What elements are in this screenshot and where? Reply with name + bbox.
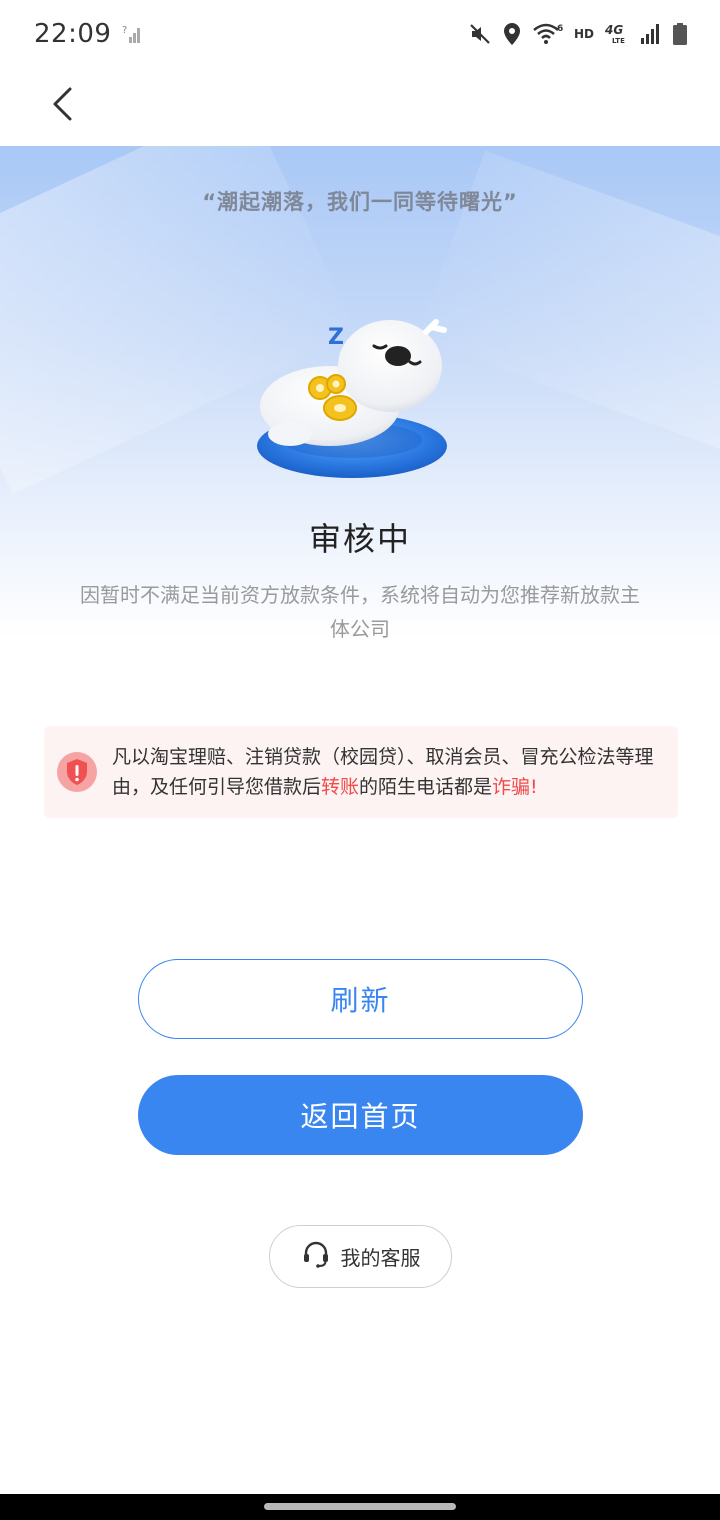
status-bar: 22:09 ? 6 HD 4G LTE: [0, 0, 720, 68]
svg-text:4G: 4G: [604, 23, 623, 37]
signal-icon: [640, 23, 662, 45]
refresh-button[interactable]: 刷新: [138, 959, 583, 1039]
hero-quote: “潮起潮落，我们一同等待曙光”: [202, 190, 518, 214]
fraud-warning-box: 凡以淘宝理赔、注销贷款（校园贷）、取消会员、冒充公检法等理由，及任何引导您借款后…: [44, 726, 678, 818]
shield-alert-icon: [56, 751, 98, 793]
status-time: 22:09: [34, 19, 112, 49]
nav-bar: [0, 68, 720, 146]
customer-service-label: 我的客服: [340, 1246, 421, 1270]
signal-question-icon: ?: [121, 23, 143, 45]
warning-highlight-fraud: 诈骗!: [492, 776, 538, 798]
hd-label: HD: [573, 27, 594, 41]
chevron-left-icon: [50, 86, 74, 126]
warning-highlight-transfer: 转账: [321, 776, 360, 798]
back-button[interactable]: [36, 78, 88, 134]
headset-icon: [301, 1239, 331, 1274]
warning-text-part2: 的陌生电话都是: [359, 776, 493, 798]
status-title: 审核中: [308, 520, 411, 558]
wifi-icon: 6: [532, 22, 564, 46]
location-icon: [502, 22, 522, 46]
home-gesture-handle[interactable]: [264, 1503, 456, 1510]
customer-service-button[interactable]: 我的客服: [269, 1225, 452, 1288]
mute-icon: [468, 22, 492, 46]
status-left: 22:09 ?: [34, 19, 143, 49]
battery-icon: [672, 22, 688, 46]
network-4g-icon: 4G LTE: [604, 22, 630, 46]
status-right: 6 HD 4G LTE: [468, 22, 688, 46]
svg-text:Z: Z: [328, 325, 344, 350]
sleeping-mascot-illustration: Z: [250, 306, 460, 486]
status-description: 因暂时不满足当前资方放款条件，系统将自动为您推荐新放款主体公司: [80, 583, 640, 641]
return-home-button[interactable]: 返回首页: [138, 1075, 583, 1155]
fraud-warning-text: 凡以淘宝理赔、注销贷款（校园贷）、取消会员、冒充公检法等理由，及任何引导您借款后…: [112, 742, 664, 802]
svg-text:LTE: LTE: [612, 37, 625, 45]
svg-text:6: 6: [557, 24, 563, 34]
system-gesture-bar: [0, 1494, 720, 1520]
svg-text:?: ?: [122, 25, 127, 36]
